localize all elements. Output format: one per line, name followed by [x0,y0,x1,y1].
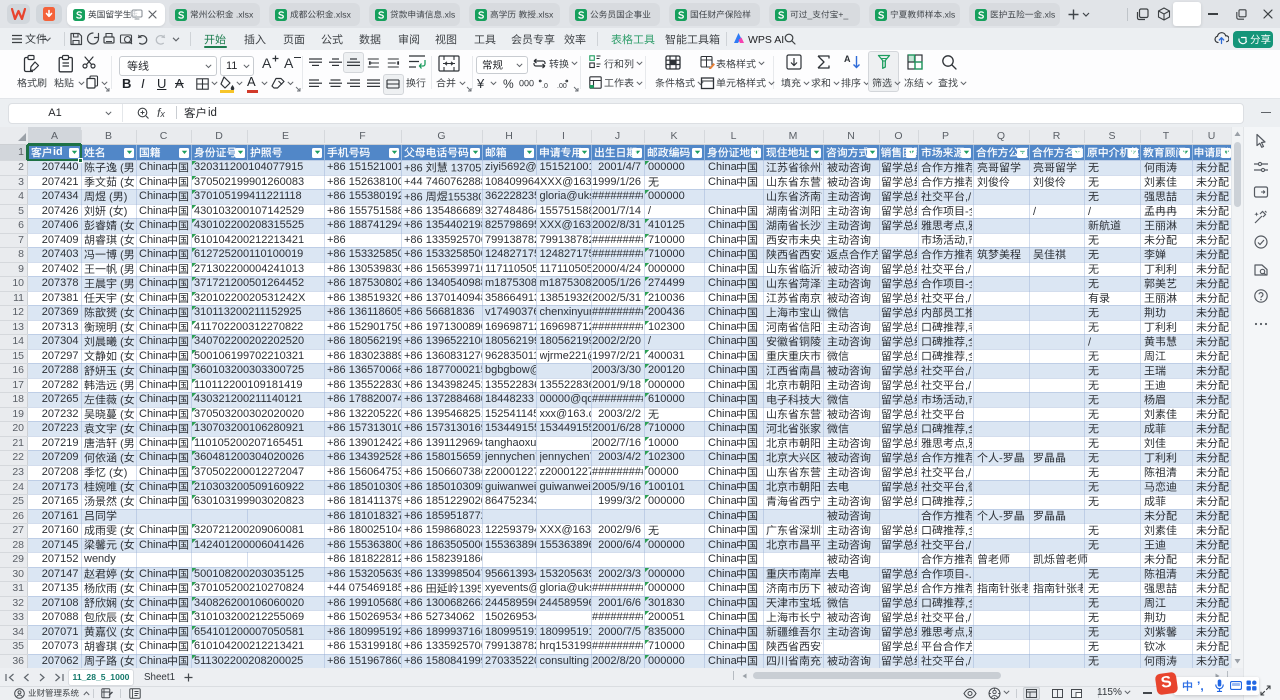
svg-text:.0: .0 [542,83,548,90]
svg-text:.00: .00 [557,83,567,90]
svg-text:A: A [844,54,851,64]
